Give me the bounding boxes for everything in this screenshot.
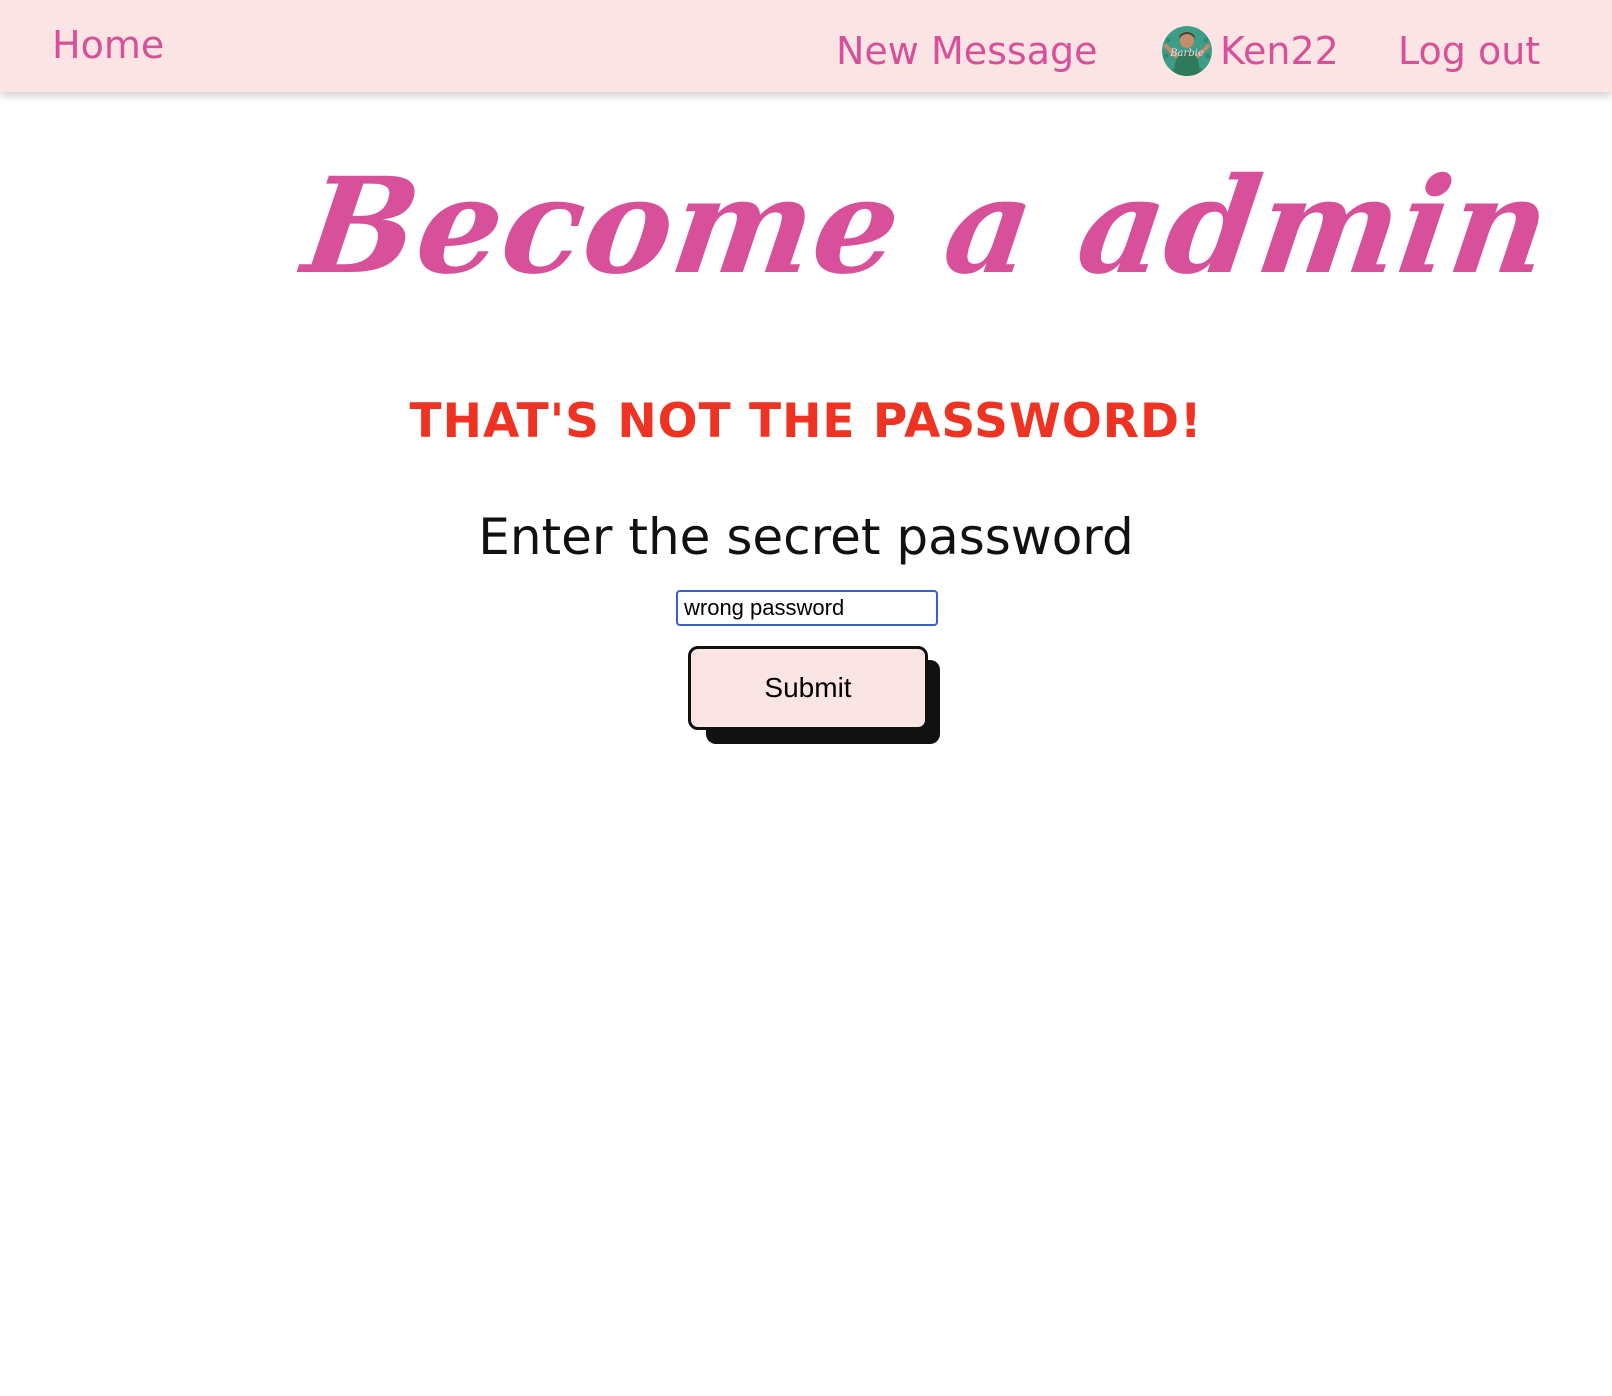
avatar: Barbie [1162,26,1212,76]
nav-username: Ken22 [1220,29,1339,73]
password-prompt: Enter the secret password [478,508,1134,566]
nav-new-message-link[interactable]: New Message [836,32,1098,70]
error-message: THAT'S NOT THE PASSWORD! [409,394,1203,449]
submit-button[interactable]: Submit [688,646,928,730]
avatar-image-icon: Barbie [1162,26,1212,76]
nav-logout-link[interactable]: Log out [1398,32,1540,70]
nav-home-link[interactable]: Home [52,26,164,64]
svg-text:Barbie: Barbie [1169,48,1204,59]
page-title: Become a admin [295,149,1560,304]
nav-user-profile-link[interactable]: Barbie Ken22 [1162,26,1339,76]
password-input[interactable] [676,590,938,626]
top-navbar: Home New Message Barbie Ken22 Log out [0,0,1612,92]
